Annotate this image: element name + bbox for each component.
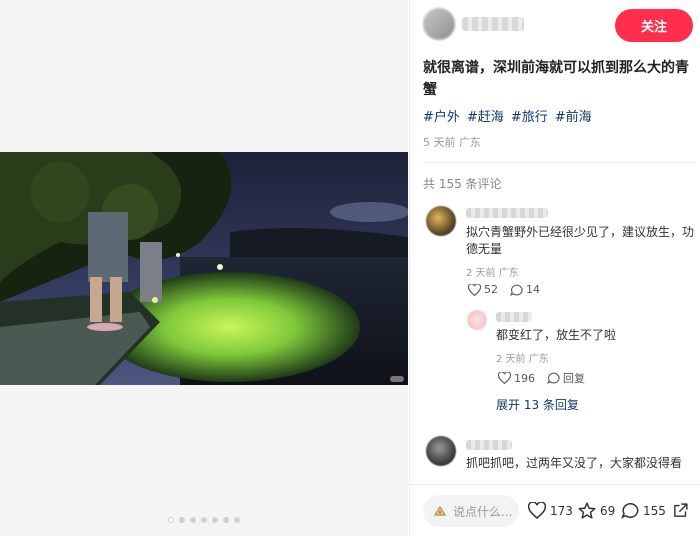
tag-link[interactable]: #旅行 (511, 106, 548, 125)
comment-input[interactable]: 说点什么... (423, 495, 519, 527)
reply-like-button[interactable]: 196 (498, 372, 535, 385)
share-icon (674, 503, 688, 517)
reply-actions: 196 回复 (498, 370, 585, 386)
heart-icon (468, 283, 481, 296)
like-count: 173 (550, 503, 573, 518)
comment-text: 拟穴青蟹野外已经很少见了，建议放生，功德无量 (466, 225, 695, 256)
author-avatar[interactable] (423, 8, 455, 40)
comment-author-redacted[interactable] (466, 440, 512, 450)
carousel-dot[interactable] (223, 517, 229, 523)
comment-author-redacted[interactable] (466, 208, 548, 218)
carousel-indicator[interactable] (0, 517, 408, 523)
media-viewer (0, 0, 408, 536)
star-icon (578, 502, 596, 519)
reply-label: 回复 (563, 372, 585, 385)
comment-reply-count: 14 (526, 283, 540, 296)
comment-reply-button[interactable]: 14 (510, 283, 540, 296)
carousel-dot[interactable] (179, 517, 185, 523)
comment-like-count: 52 (484, 283, 498, 296)
carousel-dot[interactable] (168, 517, 174, 523)
author-header: 关注 (410, 0, 700, 52)
follow-button[interactable]: 关注 (615, 9, 693, 42)
comment-like-button[interactable]: 52 (468, 283, 498, 296)
reply-avatar[interactable] (467, 310, 487, 330)
author-name-redacted[interactable] (462, 17, 524, 31)
comment-item: 拟穴青蟹野外已经很少见了，建议放生，功德无量 2 天前 广东 52 14 (410, 200, 700, 300)
chat-bubble-icon (510, 284, 523, 296)
reply-meta: 2 天前 广东 (496, 354, 549, 365)
post-title: 就很离谱，深圳前海就可以抓到那么大的青蟹 (423, 60, 689, 98)
carousel-dot[interactable] (212, 517, 218, 523)
comment-avatar[interactable] (426, 206, 456, 236)
comments-count: 155 (643, 503, 666, 518)
comment-count: 共 155 条评论 (423, 177, 502, 191)
comment-avatar[interactable] (426, 436, 456, 466)
carousel-dot[interactable] (201, 517, 207, 523)
post-tags: #户外 #赶海 #旅行 #前海 (423, 106, 592, 125)
comment-item: 抓吧抓吧，过两年又没了，大家都没得看 (410, 430, 700, 484)
comment-actions: 52 14 (468, 283, 540, 296)
carousel-dot[interactable] (234, 517, 240, 523)
post-meta: 5 天前 广东 (423, 136, 481, 149)
reply-item: 都变红了，放生不了啦 2 天前 广东 196 回复 (410, 306, 700, 392)
engagement-bar: 说点什么... 173 69 155 (410, 484, 700, 536)
chat-bubble-icon (547, 372, 560, 384)
tag-link[interactable]: #户外 (423, 106, 460, 125)
tag-link[interactable]: #前海 (555, 106, 592, 125)
reply-like-count: 196 (514, 371, 535, 385)
favorite-button[interactable]: 69 (578, 502, 615, 519)
reply-text: 都变红了，放生不了啦 (496, 328, 617, 342)
carousel-dot[interactable] (190, 517, 196, 523)
expand-replies-link[interactable]: 展开 13 条回复 (496, 396, 579, 413)
night-shore-image (0, 152, 408, 385)
favorite-count: 69 (600, 503, 616, 518)
like-button[interactable]: 173 (528, 502, 573, 519)
comments-button[interactable]: 155 (621, 502, 666, 519)
emoji-icon (433, 506, 447, 516)
share-button[interactable] (672, 502, 689, 519)
reply-reply-button[interactable]: 回复 (547, 370, 585, 386)
comment-meta: 2 天前 广东 (466, 268, 519, 279)
divider (423, 162, 695, 163)
heart-icon (528, 502, 546, 519)
reply-author-redacted[interactable] (496, 312, 532, 322)
post-detail-panel: 关注 就很离谱，深圳前海就可以抓到那么大的青蟹 #户外 #赶海 #旅行 #前海 … (409, 0, 700, 536)
tag-link[interactable]: #赶海 (467, 106, 504, 125)
comment-text: 抓吧抓吧，过两年又没了，大家都没得看 (466, 456, 683, 470)
post-photo[interactable] (0, 152, 408, 385)
heart-icon (498, 372, 511, 384)
chat-bubble-icon (621, 502, 639, 519)
comment-input-placeholder: 说点什么... (453, 504, 513, 519)
